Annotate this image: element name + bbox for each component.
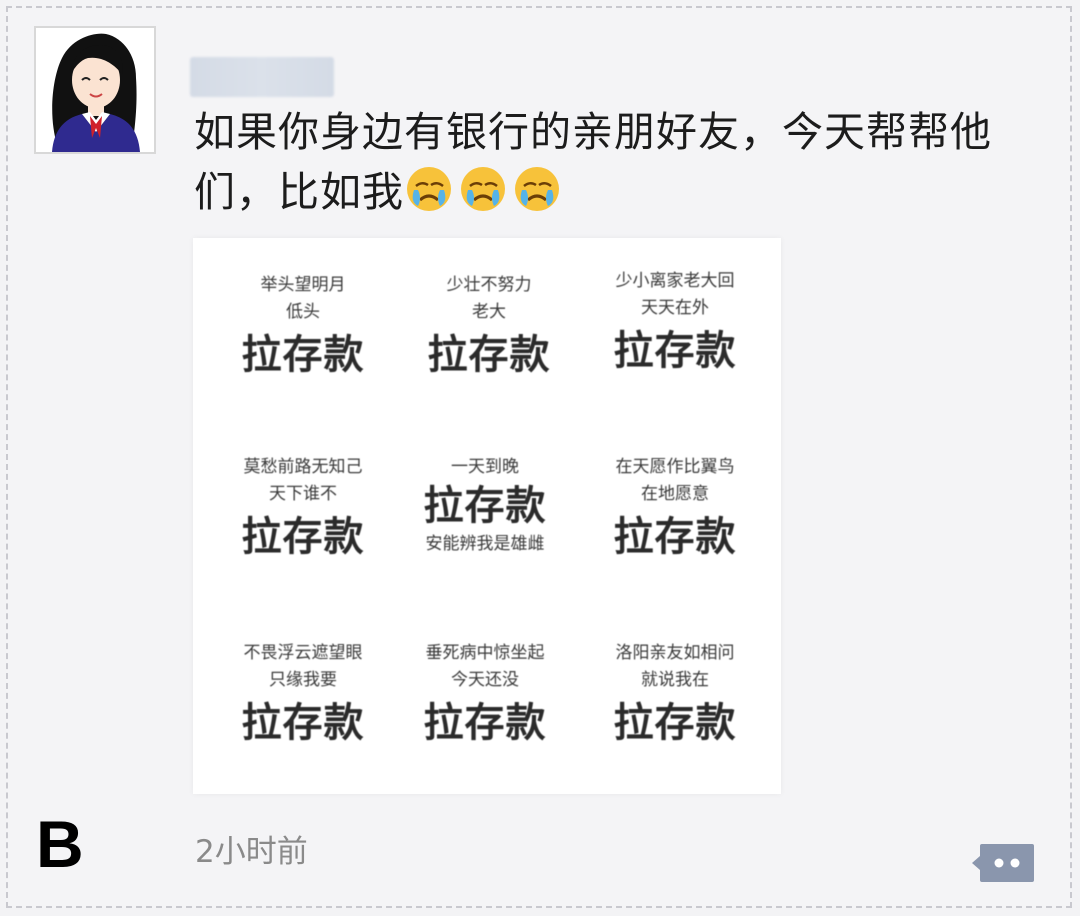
cell-line: 举头望明月 (260, 275, 346, 295)
post-image[interactable]: 举头望明月 低头 拉存款 少壮不努力 老大 拉存款 少小离家老大回 天天在外 拉… (193, 238, 781, 794)
cell-line: 少小离家老大回 (615, 271, 735, 291)
cell-main: 拉存款 (423, 699, 547, 746)
grid-cell: 举头望明月 低头 拉存款 (205, 272, 401, 380)
cell-line: 只缘我要 (269, 670, 337, 690)
avatar-illustration (36, 28, 154, 152)
cell-line: 少壮不努力 (446, 275, 532, 295)
cell-line: 在地愿意 (641, 484, 709, 504)
cell-line: 垂死病中惊坐起 (425, 643, 545, 663)
grid-cell: 一天到晚 拉存款 安能辨我是雄雌 (387, 454, 583, 558)
cell-main: 拉存款 (423, 482, 547, 529)
cell-main: 拉存款 (241, 513, 365, 560)
cell-line: 就说我在 (641, 670, 709, 690)
avatar[interactable] (34, 26, 156, 154)
post-text: 如果你身边有银行的亲朋好友，今天帮帮他们，比如我 (194, 102, 1044, 222)
grid-cell: 在天愿作比翼鸟 在地愿意 拉存款 (577, 454, 773, 562)
redacted-username[interactable] (190, 57, 334, 97)
crying-emoji-icon (404, 164, 454, 214)
cell-line: 在天愿作比翼鸟 (615, 457, 735, 477)
cell-line: 莫愁前路无知己 (243, 457, 363, 477)
cell-main: 拉存款 (427, 331, 551, 378)
grid-cell: 少壮不努力 老大 拉存款 (391, 272, 587, 380)
cell-line: 老大 (472, 302, 506, 322)
comment-button[interactable] (972, 840, 1036, 886)
grid-cell: 不畏浮云遮望眼 只缘我要 拉存款 (205, 640, 401, 748)
cell-line: 天下谁不 (269, 484, 337, 504)
post-timestamp: 2小时前 (195, 834, 308, 870)
cell-main: 拉存款 (241, 331, 365, 378)
cell-main: 拉存款 (613, 513, 737, 560)
grid-cell: 洛阳亲友如相问 就说我在 拉存款 (577, 640, 773, 748)
grid-cell: 少小离家老大回 天天在外 拉存款 (577, 268, 773, 376)
cell-line: 洛阳亲友如相问 (615, 643, 735, 663)
cell-line: 一天到晚 (451, 457, 519, 477)
crying-emoji-icon (458, 164, 508, 214)
cell-main: 拉存款 (241, 699, 365, 746)
cell-line: 不畏浮云遮望眼 (243, 643, 363, 663)
crying-emoji-icon (512, 164, 562, 214)
comment-dots-icon (972, 844, 1034, 882)
cell-line: 低头 (286, 302, 320, 322)
cell-main: 拉存款 (613, 699, 737, 746)
cell-line: 天天在外 (641, 298, 709, 318)
cell-main: 拉存款 (613, 327, 737, 374)
post-text-content: 如果你身边有银行的亲朋好友，今天帮帮他们，比如我 (194, 108, 992, 216)
grid-cell: 垂死病中惊坐起 今天还没 拉存款 (387, 640, 583, 748)
cell-line: 今天还没 (451, 670, 519, 690)
cell-line: 安能辨我是雄雌 (425, 534, 545, 554)
panel-label: B (36, 807, 84, 881)
grid-cell: 莫愁前路无知己 天下谁不 拉存款 (205, 454, 401, 562)
